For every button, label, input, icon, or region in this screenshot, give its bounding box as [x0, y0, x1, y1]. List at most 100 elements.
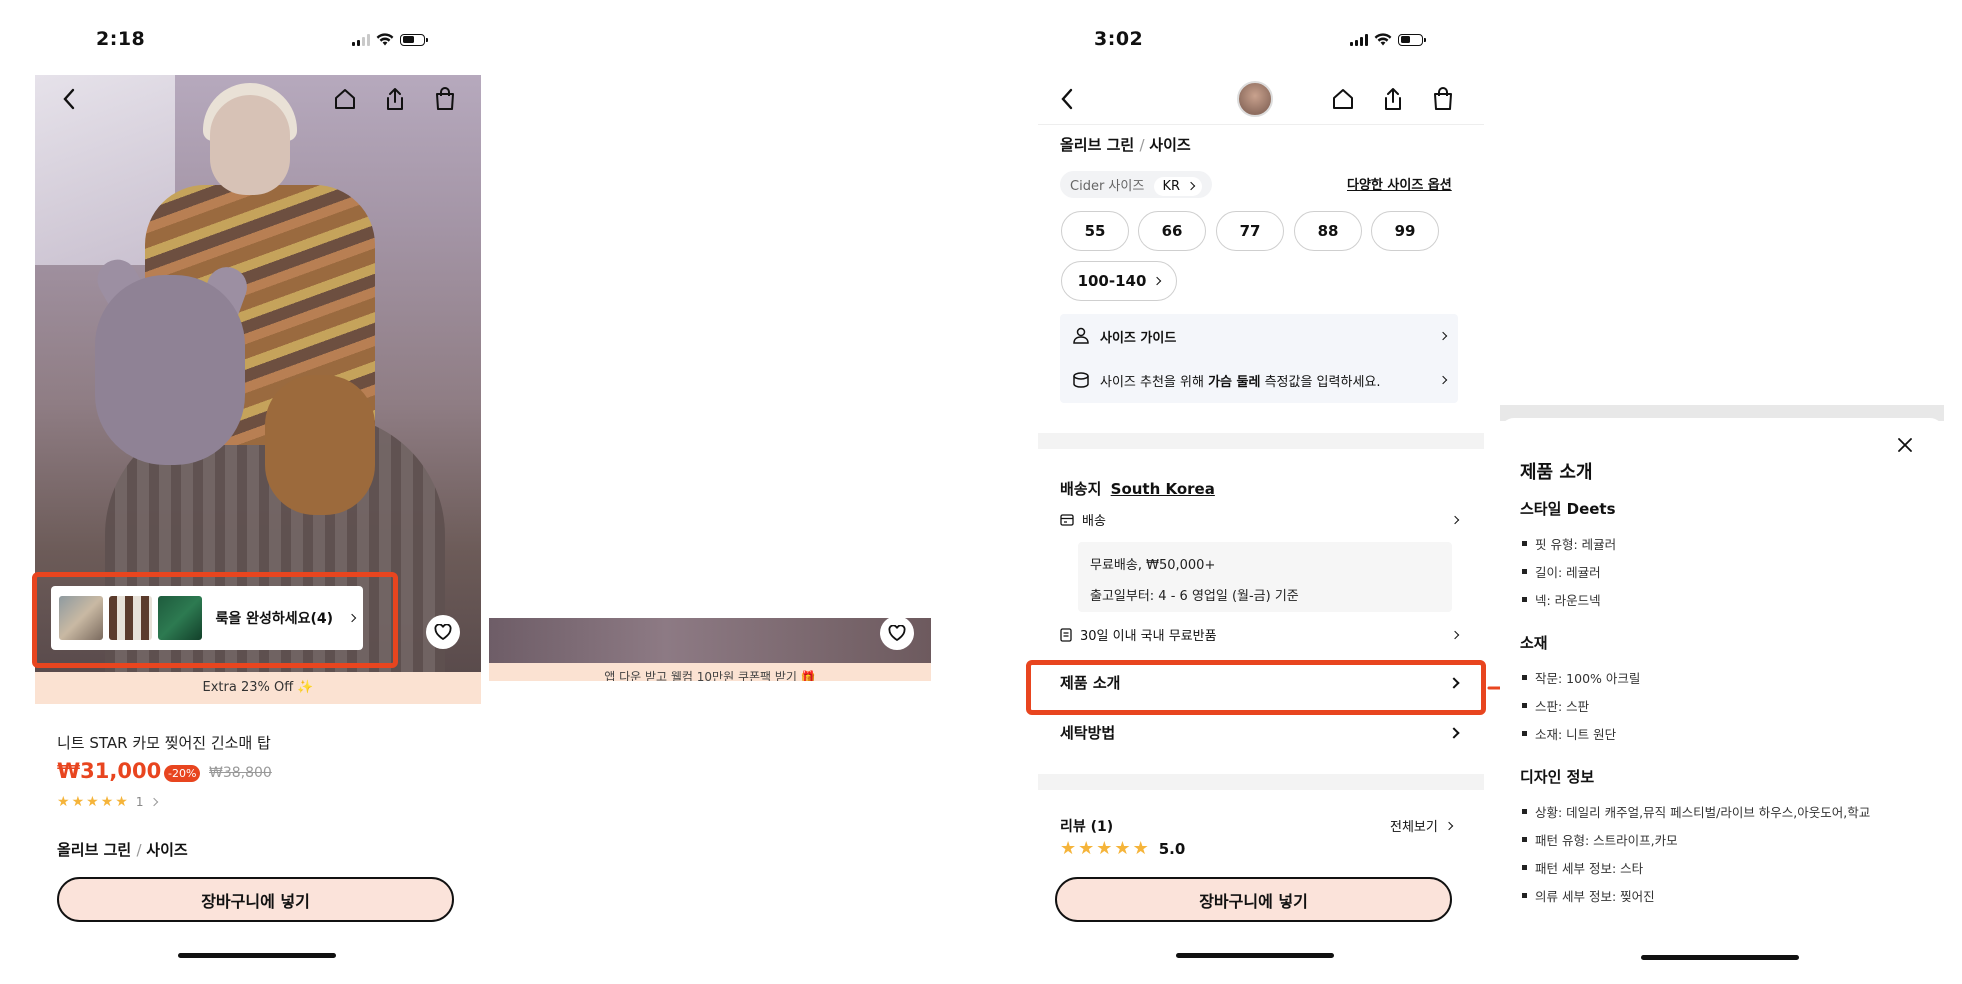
home-indicator	[1641, 955, 1799, 960]
size-chip-55[interactable]: 55	[1061, 211, 1129, 251]
region-label: KR	[1162, 179, 1180, 194]
size-recommend-row[interactable]: 사이즈 추천을 위해 가슴 둘레 측정값을 입력하세요.	[1060, 358, 1458, 402]
star-icon: ★	[1096, 838, 1113, 859]
sale-price: ₩31,000	[57, 759, 162, 783]
star-icon: ★	[1114, 838, 1131, 859]
spec-item: 상황: 데일리 캐주얼,뮤직 페스티벌/라이브 하우스,아웃도어,학교	[1522, 802, 1870, 821]
shipping-row[interactable]: 배송	[1060, 510, 1460, 529]
wishlist-heart-icon[interactable]	[880, 616, 914, 650]
cider-size-label: Cider 사이즈	[1070, 179, 1145, 194]
signal-icon	[352, 33, 370, 46]
star-icon: ★	[115, 794, 128, 810]
rating-row[interactable]: ★ ★ ★ ★ ★ 1	[57, 795, 159, 809]
size-guide-label: 사이즈 가이드	[1100, 330, 1177, 346]
spec-item: 소재: 니트 원단	[1522, 724, 1616, 743]
star-icon: ★	[100, 794, 114, 810]
status-icons	[352, 33, 428, 46]
measure-icon	[1073, 372, 1089, 388]
wifi-icon	[1374, 33, 1392, 46]
size-system-selector[interactable]: Cider 사이즈 KR	[1060, 171, 1213, 198]
size-guide-row[interactable]: 사이즈 가이드	[1060, 314, 1458, 358]
rating-stars: ★ ★ ★ ★ ★	[1060, 840, 1149, 858]
spec-item: 넥: 라운드넥	[1522, 590, 1601, 609]
chevron-right-icon	[1448, 676, 1460, 689]
shipping-label: 배송	[1082, 514, 1106, 529]
section-heading: 스타일 Deets	[1520, 500, 1616, 518]
spec-item: 패턴 유형: 스트라이프,카모	[1522, 830, 1678, 849]
promo-banner[interactable]: Extra 23% Off ✨	[35, 672, 481, 704]
size-chip-88[interactable]: 88	[1294, 211, 1362, 251]
back-icon[interactable]	[1052, 84, 1082, 114]
spec-item: 작문: 100% 아크릴	[1522, 668, 1640, 687]
size-recommend-text: 사이즈 추천을 위해 가슴 둘레 측정값을 입력하세요.	[1100, 371, 1381, 390]
selected-color: 올리브 그린	[57, 841, 132, 859]
look-thumb-3[interactable]	[158, 596, 202, 640]
returns-label: 30일 이내 국내 무료반품	[1080, 629, 1217, 644]
color-size-title: 올리브 그린 / 사이즈	[57, 841, 188, 859]
size-options-link[interactable]: 다양한 사이즈 옵션	[1347, 174, 1452, 193]
share-icon[interactable]	[380, 84, 410, 114]
chevron-right-icon	[1438, 375, 1448, 385]
size-chip-77[interactable]: 77	[1216, 211, 1284, 251]
complete-look-card[interactable]: 룩을 완성하세요(4)	[51, 586, 363, 650]
look-thumb-2[interactable]	[108, 596, 152, 640]
size-chip-66[interactable]: 66	[1138, 211, 1206, 251]
size-chip-100-140[interactable]: 100-140	[1061, 261, 1177, 301]
size-reco-pre: 사이즈 추천을 위해	[1100, 374, 1209, 390]
add-to-cart-button[interactable]: 장바구니에 넣기	[1055, 877, 1452, 922]
chevron-right-icon	[150, 797, 159, 807]
product-image-strip[interactable]	[489, 618, 931, 663]
star-icon: ★	[1078, 838, 1095, 859]
rating-stars: ★ ★ ★ ★ ★	[57, 795, 128, 809]
home-icon[interactable]	[330, 84, 360, 114]
discount-badge: -20%	[164, 765, 201, 782]
bag-icon[interactable]	[1428, 84, 1458, 114]
back-icon[interactable]	[54, 84, 84, 114]
promo-banner[interactable]: 앱 다운 받고 웰컴 10만원 쿠폰팩 받기 🎁	[489, 663, 931, 681]
size-label: 사이즈	[146, 841, 188, 859]
look-thumb-1[interactable]	[59, 596, 103, 640]
ship-to-label: 배송지	[1060, 480, 1102, 498]
reviews-label: 리뷰 (1)	[1060, 819, 1114, 835]
section-separator	[1038, 774, 1484, 790]
shipping-info-box: 무료배송, ₩50,000+ 출고일부터: 4 - 6 영업일 (월-금) 기준	[1078, 542, 1452, 612]
returns-row[interactable]: 30일 이내 국내 무료반품	[1060, 625, 1460, 644]
add-to-cart-button[interactable]: 장바구니에 넣기	[57, 877, 454, 922]
home-icon[interactable]	[1328, 84, 1358, 114]
sheet-title: 제품 소개	[1520, 462, 1593, 483]
ship-to-country[interactable]: South Korea	[1111, 480, 1215, 498]
status-icons	[1350, 33, 1426, 46]
shipping-icon	[1060, 513, 1074, 526]
spec-item: 길이: 레귤러	[1522, 562, 1601, 581]
size-guide-box: 사이즈 가이드 사이즈 추천을 위해 가슴 둘레 측정값을 입력하세요.	[1060, 314, 1458, 403]
status-time: 3:02	[1094, 28, 1144, 50]
product-intro-row[interactable]: 제품 소개	[1060, 672, 1460, 693]
size-chip-99[interactable]: 99	[1371, 211, 1439, 251]
wifi-icon	[376, 33, 394, 46]
review-rating: ★ ★ ★ ★ ★ 5.0	[1060, 840, 1186, 859]
see-all-link[interactable]: 전체보기	[1390, 816, 1454, 835]
region-select[interactable]: KR	[1154, 177, 1203, 196]
wash-row[interactable]: 세탁방법	[1060, 722, 1460, 743]
rating-value: 5.0	[1158, 840, 1186, 858]
see-all-label: 전체보기	[1390, 820, 1438, 835]
chevron-right-icon	[1448, 726, 1460, 739]
star-icon: ★	[71, 794, 85, 810]
product-avatar[interactable]	[1237, 81, 1273, 117]
home-indicator	[1176, 953, 1334, 958]
signal-icon	[1350, 33, 1368, 46]
product-intro-label: 제품 소개	[1060, 674, 1121, 692]
size-system-pill[interactable]: Cider 사이즈 KR	[1060, 171, 1213, 198]
returns-icon	[1060, 627, 1072, 642]
bag-icon[interactable]	[430, 84, 460, 114]
product-intro-sheet: 제품 소개 스타일 Deets 핏 유형: 레귤러 길이: 레귤러 넥: 라운드…	[1500, 418, 1944, 984]
wishlist-heart-icon[interactable]	[426, 615, 460, 649]
home-indicator	[178, 953, 336, 958]
close-icon[interactable]	[1890, 430, 1920, 460]
share-icon[interactable]	[1378, 84, 1408, 114]
spec-item: 패턴 세부 정보: 스타	[1522, 858, 1643, 877]
battery-icon	[400, 33, 428, 46]
wash-label: 세탁방법	[1060, 724, 1116, 742]
ship-to-row[interactable]: 배송지 South Korea	[1060, 478, 1215, 499]
free-shipping: 무료배송, ₩50,000+	[1090, 558, 1216, 573]
